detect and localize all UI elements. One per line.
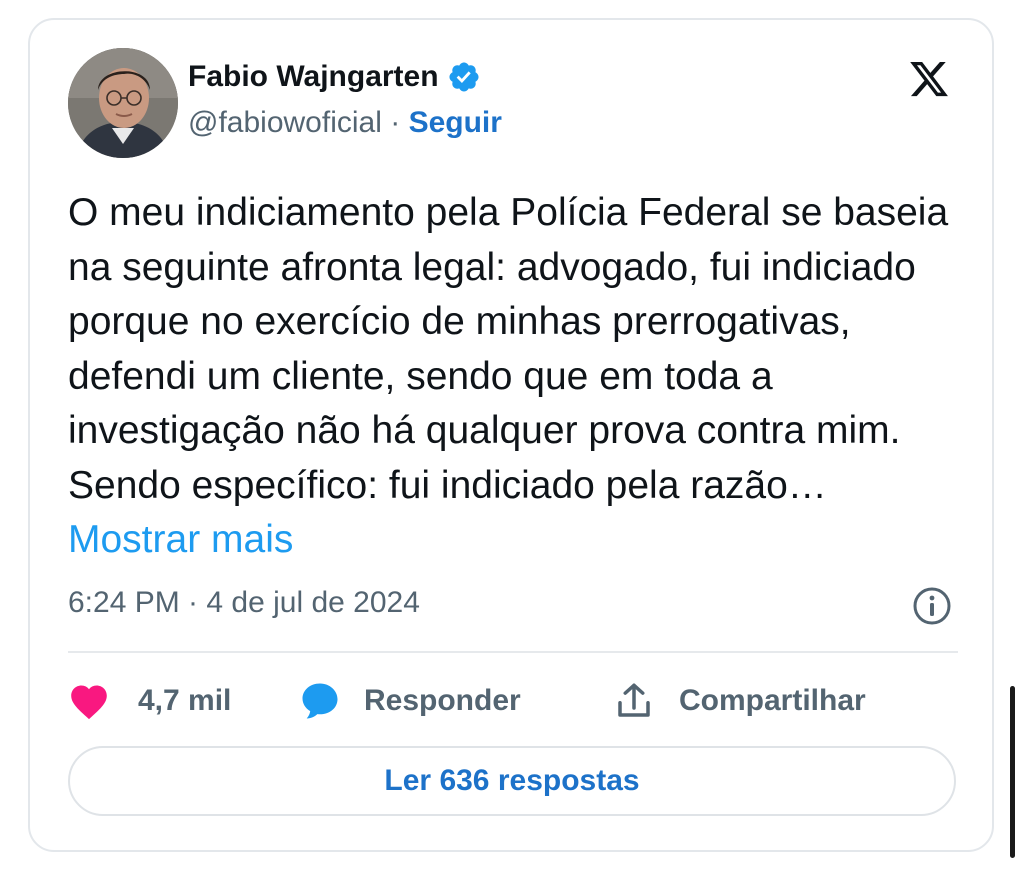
divider (68, 651, 958, 653)
like-button[interactable]: 4,7 mil (68, 676, 231, 726)
action-bar: 4,7 mil Responder Compartilhar (68, 676, 968, 726)
reply-label: Responder (364, 684, 521, 717)
tweet-text: O meu indiciamento pela Polícia Federal … (68, 191, 949, 507)
reply-bubble-icon (302, 683, 338, 719)
handle-separator: · (390, 106, 401, 139)
tweet-text-container: O meu indiciamento pela Polícia Federal … (68, 186, 968, 568)
show-more-link[interactable]: Mostrar mais (68, 518, 293, 561)
share-button[interactable]: Compartilhar (613, 676, 866, 726)
info-icon[interactable] (912, 586, 952, 626)
tweet-card: Fabio Wajngarten @fabiowoficial · Seguir… (28, 18, 994, 852)
read-replies-button[interactable]: Ler 636 respostas (68, 746, 956, 816)
heart-icon (71, 685, 107, 720)
reply-button[interactable]: Responder (298, 676, 521, 726)
author-handle[interactable]: @fabiowoficial (188, 106, 382, 139)
tweet-timestamp[interactable]: 6:24 PM · 4 de jul de 2024 (68, 586, 420, 620)
follow-button[interactable]: Seguir (409, 106, 502, 139)
verified-badge-icon (449, 62, 479, 92)
author-name-row: Fabio Wajngarten (188, 60, 481, 94)
like-count: 4,7 mil (138, 684, 232, 717)
share-label: Compartilhar (679, 684, 866, 717)
x-logo-icon[interactable] (906, 58, 952, 100)
author-name[interactable]: Fabio Wajngarten (188, 60, 439, 94)
scrollbar[interactable] (1010, 686, 1015, 858)
avatar[interactable] (68, 48, 178, 158)
share-icon (618, 683, 650, 717)
author-handle-row: @fabiowoficial · Seguir (188, 106, 502, 140)
